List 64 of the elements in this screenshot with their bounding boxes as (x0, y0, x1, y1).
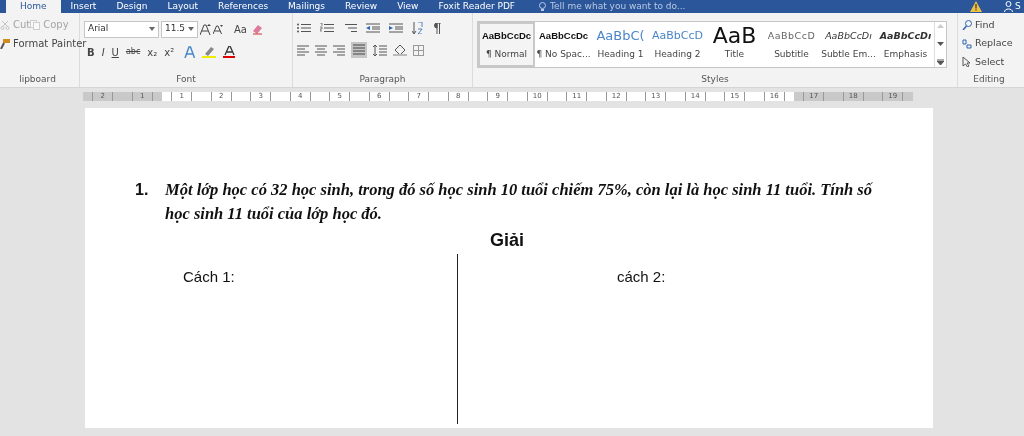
format-button[interactable]: x₂ (144, 42, 161, 62)
format-button[interactable]: U (108, 42, 122, 62)
group-label: Paragraph (358, 73, 407, 86)
ribbon-tab[interactable]: Review (335, 0, 388, 13)
replace-icon (962, 38, 972, 49)
scissors-icon (0, 20, 10, 30)
lightbulb-icon[interactable] (539, 1, 547, 12)
ribbon-tab[interactable]: Insert (60, 0, 107, 13)
highlighter-icon[interactable] (202, 46, 217, 58)
grow-font-icon[interactable] (200, 23, 211, 35)
font-size-field[interactable]: 11.5 (161, 20, 198, 38)
dropdown-icon[interactable] (188, 27, 194, 31)
question-text: Một lớp học có 32 học sinh, trong đó số học sinh 10 tuổi chiếm 75%, còn lại là học sinh 11 tuổi. Tính số học sinh 11 tuổi của lớp học đó. (165, 179, 874, 225)
magnifier-icon (962, 20, 972, 30)
style-gallery-item[interactable]: AaBbCcDc ¶ Normal (478, 22, 536, 67)
clipboard-button[interactable]: Format Painter (0, 34, 87, 53)
question-number: 1. (135, 180, 150, 200)
format-button[interactable]: B (84, 42, 98, 62)
borders-icon[interactable] (413, 44, 424, 56)
warning-icon[interactable] (970, 1, 982, 12)
format-button[interactable]: x² (161, 42, 178, 62)
ribbon-tab[interactable]: Mailings (278, 0, 335, 13)
font-name-field[interactable]: Arial (84, 20, 159, 38)
pilcrow-icon[interactable] (433, 22, 441, 34)
editing-button[interactable]: Select (962, 53, 1005, 71)
group-label: lipboard (18, 73, 57, 86)
ribbon-tab[interactable]: Home (6, 0, 61, 13)
editing-button[interactable]: Find (962, 16, 995, 34)
format-button[interactable]: I (98, 42, 108, 62)
change-case-button[interactable]: Aa (231, 19, 250, 39)
numbering-icon[interactable] (320, 23, 334, 33)
line-spacing-icon[interactable] (373, 44, 387, 56)
person-icon[interactable] (1004, 1, 1013, 12)
increase-indent-icon[interactable] (389, 23, 403, 33)
decrease-indent-icon[interactable] (366, 23, 380, 33)
dropdown-icon[interactable] (149, 27, 155, 31)
shading-icon[interactable] (393, 44, 407, 56)
paintbrush-icon (0, 38, 10, 49)
scroll-down-icon[interactable] (937, 41, 944, 46)
section-heading: Giải (490, 229, 524, 252)
group-label: Editing (972, 73, 1006, 86)
text-effects-icon[interactable] (184, 46, 196, 58)
account-name[interactable]: S (1015, 0, 1021, 13)
ribbon-tab[interactable]: View (387, 0, 429, 13)
group-label: Font (175, 73, 197, 86)
font-color-icon[interactable] (223, 46, 236, 58)
ribbon-tab[interactable]: References (208, 0, 279, 13)
tell-me-field[interactable]: Tell me what you want to do... (550, 0, 686, 13)
multilevel-list-icon[interactable] (343, 23, 357, 33)
editing-button[interactable]: Replace (962, 34, 1013, 53)
format-button[interactable]: abc (122, 42, 144, 62)
ribbon-tab[interactable]: Design (106, 0, 158, 13)
more-icon[interactable] (937, 59, 944, 65)
copy-icon (30, 20, 41, 30)
group-label: Styles (700, 73, 730, 86)
ribbon-tab[interactable]: Layout (157, 0, 209, 13)
eraser-icon[interactable] (251, 23, 263, 35)
sort-icon[interactable] (412, 22, 424, 34)
column-label: Cách 1: (183, 268, 235, 285)
ribbon-tab[interactable]: Foxit Reader PDF (428, 0, 526, 13)
column-label: cách 2: (617, 268, 666, 285)
cursor-icon (962, 57, 972, 67)
bullets-icon[interactable] (297, 23, 311, 33)
shrink-font-icon[interactable] (213, 24, 223, 34)
